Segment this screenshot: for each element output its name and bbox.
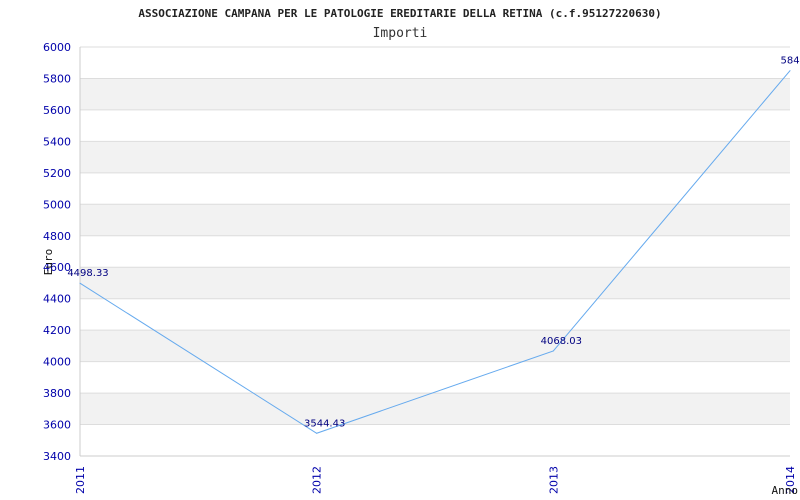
- chart-title: ASSOCIAZIONE CAMPANA PER LE PATOLOGIE ER…: [138, 7, 661, 20]
- data-label: 5849.6: [781, 56, 800, 67]
- grid-band: [80, 78, 790, 110]
- grid-band: [80, 267, 790, 299]
- y-tick-label: 5800: [43, 72, 71, 85]
- y-tick-label: 6000: [43, 41, 71, 54]
- chart-subtitle: Importi: [373, 26, 428, 41]
- y-tick-label: 4200: [43, 324, 71, 337]
- grid-band: [80, 393, 790, 425]
- grid-bands: [80, 78, 790, 425]
- x-tick-label: 2011: [74, 466, 87, 494]
- grid-band: [80, 204, 790, 236]
- series-group: [79, 70, 791, 434]
- y-axis-label: Euro: [42, 249, 55, 276]
- y-tick-label: 5200: [43, 167, 71, 180]
- y-tick-label: 4400: [43, 293, 71, 306]
- y-tick-label: 5000: [43, 198, 71, 211]
- data-labels: 4498.33 3544.43 4068.03 5849.6: [67, 56, 800, 430]
- y-tick-label: 3400: [43, 450, 71, 463]
- series-line: [79, 70, 791, 434]
- grid-band: [80, 141, 790, 173]
- y-tick-label: 3600: [43, 419, 71, 432]
- data-label: 4068.03: [541, 336, 582, 347]
- line-chart: ASSOCIAZIONE CAMPANA PER LE PATOLOGIE ER…: [42, 7, 800, 497]
- y-tick-label: 5600: [43, 104, 71, 117]
- y-tick-label: 4800: [43, 230, 71, 243]
- data-label: 3544.43: [304, 418, 345, 429]
- y-tick-label: 5400: [43, 135, 71, 148]
- x-tick-label: 2013: [547, 466, 560, 494]
- grid-band: [80, 330, 790, 362]
- data-point: [79, 282, 81, 284]
- x-tick-label: 2012: [311, 466, 324, 494]
- data-point: [789, 70, 791, 72]
- y-tick-label: 3800: [43, 387, 71, 400]
- data-label: 4498.33: [67, 268, 108, 279]
- data-point: [552, 350, 554, 352]
- x-axis-label: Anno: [772, 484, 799, 497]
- x-axis-ticks: 2011 2012 2013 2014: [74, 466, 797, 494]
- y-tick-label: 4000: [43, 356, 71, 369]
- data-point: [316, 432, 318, 434]
